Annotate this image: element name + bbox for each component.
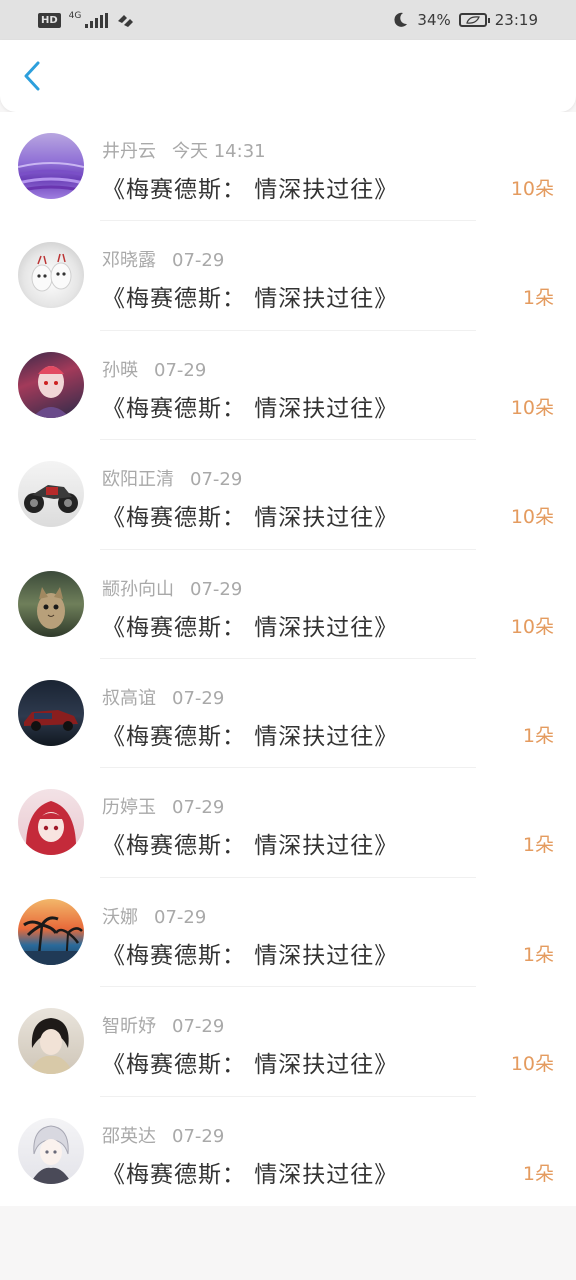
sender-name: 智昕妤 — [102, 1016, 156, 1038]
gift-message: 《梅赛德斯： 情深扶过往》 — [102, 614, 399, 641]
avatar[interactable] — [18, 351, 84, 418]
back-button[interactable] — [18, 60, 46, 92]
avatar[interactable] — [18, 242, 84, 309]
network-type: 4G — [68, 10, 82, 21]
gift-message: 《梅赛德斯： 情深扶过往》 — [102, 1161, 399, 1188]
sent-time: 07-29 — [172, 250, 225, 272]
sent-time: 07-29 — [172, 797, 225, 819]
avatar-image — [24, 485, 78, 514]
sent-time: 07-29 — [172, 687, 225, 709]
list-item[interactable]: 欧阳正清 07-29 《梅赛德斯： 情深扶过往》 10朵 — [0, 440, 576, 550]
list-item[interactable]: 叔高谊 07-29 《梅赛德斯： 情深扶过往》 1朵 — [0, 659, 576, 769]
sender-meta: 孙暎 07-29 — [102, 356, 206, 382]
gift-count: 10朵 — [510, 396, 554, 419]
sender-name: 沃娜 — [102, 906, 138, 928]
gift-message: 《梅赛德斯： 情深扶过往》 — [102, 942, 399, 969]
leaf-icon — [465, 16, 480, 24]
avatar-image — [37, 586, 65, 629]
sender-meta: 历婷玉 07-29 — [102, 793, 224, 819]
sender-name: 欧阳正清 — [102, 469, 174, 491]
avatar[interactable] — [18, 1008, 84, 1075]
moon-icon — [394, 12, 408, 27]
gift-message: 《梅赛德斯： 情深扶过往》 — [102, 395, 399, 422]
gift-count: 10朵 — [510, 178, 554, 200]
battery-percent: 34% — [417, 11, 451, 29]
avatar[interactable] — [18, 898, 84, 965]
data-saver-icon — [118, 15, 134, 27]
avatar[interactable] — [18, 679, 84, 746]
gift-message: 《梅赛德斯： 情深扶过往》 — [102, 505, 399, 532]
sender-meta: 欧阳正清 07-29 — [102, 465, 242, 491]
gift-list: 井丹云 今天 14:31 《梅赛德斯： 情深扶过往》 10朵 邓晓露 07-29 《… — [0, 112, 576, 1206]
sent-time: 今天 14:31 — [172, 141, 266, 162]
list-item[interactable]: 邓晓露 07-29 《梅赛德斯： 情深扶过往》 1朵 — [0, 221, 576, 332]
gift-message: 《梅赛德斯： 情深扶过往》 — [102, 286, 399, 313]
avatar-image — [25, 801, 77, 856]
sender-name: 井丹云 — [102, 141, 156, 162]
chevron-left-icon — [24, 61, 40, 91]
gift-count: 10朵 — [510, 506, 554, 529]
avatar[interactable] — [18, 461, 84, 528]
status-right: 34% 23:19 — [391, 11, 538, 29]
avatar[interactable] — [18, 789, 84, 856]
list-item[interactable]: 井丹云 今天 14:31 《梅赛德斯： 情深扶过往》 10朵 — [0, 112, 576, 222]
list-item[interactable]: 邵英达 07-29 《梅赛德斯： 情深扶过往》 1朵 — [0, 1097, 576, 1206]
avatar-image — [24, 709, 78, 731]
gift-count: 10朵 — [510, 1053, 554, 1076]
gift-message: 《梅赛德斯： 情深扶过往》 — [102, 723, 399, 750]
gift-count: 1朵 — [522, 943, 554, 966]
list-item[interactable]: 沃娜 07-29 《梅赛德斯： 情深扶过往》 1朵 — [0, 878, 576, 988]
sender-meta: 智昕妤 07-29 — [102, 1012, 224, 1038]
avatar-image — [18, 162, 84, 193]
sender-name: 邵英达 — [102, 1125, 156, 1147]
sender-meta: 颛孙向山 07-29 — [102, 575, 242, 601]
signal-icon — [85, 12, 109, 28]
list-item[interactable]: 历婷玉 07-29 《梅赛德斯： 情深扶过往》 1朵 — [0, 768, 576, 879]
gift-count: 1朵 — [522, 724, 554, 747]
battery-icon — [458, 13, 490, 27]
sender-meta: 沃娜 07-29 — [102, 903, 206, 929]
sent-time: 07-29 — [190, 469, 243, 491]
avatar-image — [28, 1018, 74, 1075]
list-item[interactable]: 颛孙向山 07-29 《梅赛德斯： 情深扶过往》 10朵 — [0, 550, 576, 660]
clock: 23:19 — [494, 11, 538, 29]
gift-count: 1朵 — [522, 287, 554, 310]
hd-badge: HD — [38, 12, 61, 28]
avatar[interactable] — [18, 133, 84, 199]
sender-name: 历婷玉 — [102, 797, 156, 819]
avatar-image — [32, 365, 70, 418]
avatar[interactable] — [18, 1117, 84, 1184]
avatar[interactable] — [18, 570, 84, 637]
gift-count: 1朵 — [522, 1162, 554, 1185]
avatar-image — [30, 1125, 72, 1184]
sender-name: 孙暎 — [102, 359, 138, 381]
status-left: HD 4G — [38, 10, 136, 28]
sender-name: 颛孙向山 — [102, 578, 174, 600]
sent-time: 07-29 — [154, 906, 207, 928]
sent-time: 07-29 — [172, 1016, 225, 1038]
avatar-image — [18, 916, 84, 965]
sender-meta: 邵英达 07-29 — [102, 1122, 224, 1148]
gift-message: 《梅赛德斯： 情深扶过往》 — [102, 1052, 399, 1079]
list-item[interactable]: 智昕妤 07-29 《梅赛德斯： 情深扶过往》 10朵 — [0, 987, 576, 1097]
gift-message: 《梅赛德斯： 情深扶过往》 — [102, 177, 399, 203]
sent-time: 07-29 — [154, 359, 207, 381]
avatar-image — [31, 254, 72, 292]
list-item[interactable]: 孙暎 07-29 《梅赛德斯： 情深扶过往》 10朵 — [0, 331, 576, 441]
sent-time: 07-29 — [190, 578, 243, 600]
gift-message: 《梅赛德斯： 情深扶过往》 — [102, 833, 399, 860]
header-bar — [0, 40, 576, 112]
sender-meta: 叔高谊 07-29 — [102, 684, 224, 710]
gift-count: 1朵 — [522, 834, 554, 857]
sender-meta: 邓晓露 07-29 — [102, 246, 224, 272]
gift-count: 10朵 — [510, 615, 554, 638]
status-bar: HD 4G 34% 23:19 — [0, 0, 576, 40]
sent-time: 07-29 — [172, 1125, 225, 1147]
sender-name: 叔高谊 — [102, 687, 156, 709]
sender-meta: 井丹云 今天 14:31 — [102, 137, 266, 163]
sender-name: 邓晓露 — [102, 250, 156, 272]
